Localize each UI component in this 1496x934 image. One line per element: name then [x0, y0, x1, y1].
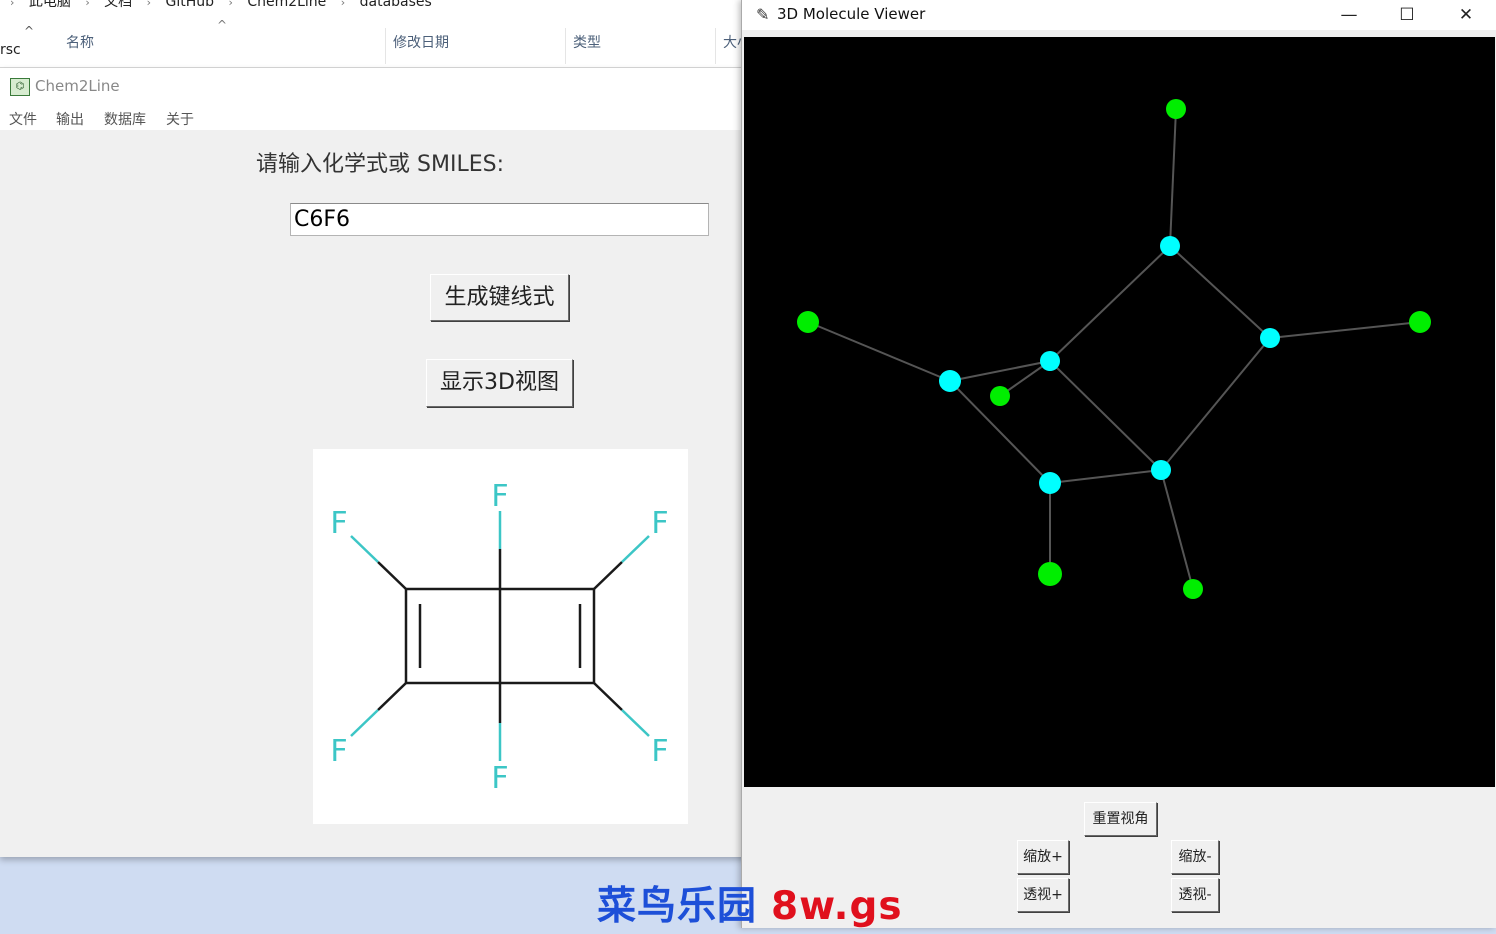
- menu-file[interactable]: 文件: [9, 109, 37, 129]
- atom-label-f: F: [330, 734, 347, 769]
- carbon-atom: [1040, 351, 1060, 371]
- close-icon[interactable]: ✕: [1437, 0, 1495, 30]
- breadcrumb-separator: ›: [10, 0, 15, 9]
- fluorine-atom: [1166, 99, 1186, 119]
- atom-label-f: F: [651, 506, 668, 541]
- chem-title-bar[interactable]: ⌬ Chem2Line: [0, 68, 760, 106]
- menu-database[interactable]: 数据库: [104, 109, 146, 129]
- carbon-atom: [939, 370, 961, 392]
- perspective-decrease-button[interactable]: 透视-: [1171, 878, 1219, 912]
- carbon-atom: [1160, 236, 1180, 256]
- carbon-atom: [1039, 472, 1061, 494]
- side-label: rsc: [0, 42, 21, 58]
- bond: [377, 561, 407, 590]
- chem-window-title: Chem2Line: [35, 77, 120, 95]
- 3d-bond: [1049, 469, 1162, 484]
- 3d-bond: [807, 321, 951, 382]
- molecule-viewer-window: ✎ 3D Molecule Viewer — ☐ ✕ 重置视角 缩放+ 缩放- …: [741, 0, 1496, 928]
- input-prompt: 请输入化学式或 SMILES:: [0, 146, 760, 178]
- column-divider[interactable]: [385, 28, 386, 64]
- carbon-atom: [1260, 328, 1280, 348]
- carbon-atoms: [939, 236, 1280, 494]
- 3d-bonds: [807, 108, 1421, 590]
- chem2line-window: ⌬ Chem2Line 文件 输出 数据库 关于 请输入化学式或 SMILES:…: [0, 68, 760, 857]
- 3d-bond: [1160, 337, 1271, 471]
- viewer-title-bar[interactable]: ✎ 3D Molecule Viewer — ☐ ✕: [742, 0, 1496, 30]
- atom-label-f: F: [491, 761, 508, 796]
- breadcrumb-separator: ›: [85, 0, 90, 9]
- reset-view-button[interactable]: 重置视角: [1084, 802, 1157, 836]
- fluorine-atom: [1409, 311, 1431, 333]
- watermark: 菜鸟乐园 8w.gs: [597, 875, 903, 931]
- formula-input[interactable]: [290, 203, 709, 236]
- zoom-out-button[interactable]: 缩放-: [1171, 840, 1219, 874]
- breadcrumb-separator: ›: [340, 0, 346, 9]
- breadcrumb-item[interactable]: 文档: [104, 0, 132, 11]
- watermark-site: 8w.gs: [771, 884, 903, 929]
- 3d-bond: [1049, 245, 1171, 362]
- fluorine-atom: [1038, 562, 1062, 586]
- column-name[interactable]: 名称: [66, 32, 94, 52]
- skeletal-structure-image: F F F F F F: [313, 449, 688, 824]
- minimize-icon[interactable]: —: [1320, 0, 1378, 30]
- zoom-in-button[interactable]: 缩放+: [1017, 840, 1069, 874]
- 3d-bond: [1160, 469, 1194, 590]
- show-3d-button[interactable]: 显示3D视图: [426, 359, 573, 407]
- bond: [350, 709, 379, 737]
- column-modified-date[interactable]: 修改日期: [393, 32, 449, 52]
- breadcrumb-item[interactable]: Chem2Line: [247, 0, 326, 10]
- breadcrumb-item[interactable]: 此电脑: [29, 0, 71, 11]
- atom-label-f: F: [491, 479, 508, 514]
- fluorine-atoms: [797, 99, 1431, 599]
- menu-bar: 文件 输出 数据库 关于: [0, 106, 760, 130]
- bond: [350, 535, 379, 563]
- skeletal-structure-drawing: F F F F F F: [330, 479, 668, 796]
- 3d-bond: [1049, 360, 1162, 471]
- breadcrumb: › 此电脑 › 文档 › GitHub › Chem2Line › databa…: [0, 0, 432, 11]
- molecule-3d-drawing: [797, 99, 1431, 599]
- bond: [593, 561, 623, 590]
- column-type[interactable]: 类型: [573, 32, 601, 52]
- fluorine-atom: [1183, 579, 1203, 599]
- perspective-increase-button[interactable]: 透视+: [1017, 878, 1069, 912]
- watermark-chinese: 菜鸟乐园: [597, 884, 758, 929]
- input-prompt-label: 请输入化学式或 SMILES:: [256, 152, 504, 177]
- carbon-atom: [1151, 460, 1171, 480]
- column-divider[interactable]: [715, 28, 716, 64]
- app-icon: ⌬: [10, 78, 30, 96]
- column-header-bar: rsc ^ 名称 ^ 修改日期 类型 大小: [0, 18, 760, 66]
- 3d-bond: [1169, 108, 1177, 247]
- maximize-icon[interactable]: ☐: [1378, 0, 1436, 30]
- breadcrumb-item[interactable]: databases: [360, 0, 432, 10]
- generate-skeletal-button[interactable]: 生成键线式: [430, 274, 569, 321]
- fluorine-atom: [990, 386, 1010, 406]
- 3d-bond: [1269, 321, 1421, 339]
- atom-label-f: F: [330, 506, 347, 541]
- breadcrumb-separator: ›: [228, 0, 233, 9]
- molecule-3d-canvas[interactable]: [744, 37, 1495, 787]
- 3d-bond: [1169, 245, 1271, 339]
- viewer-window-title: 3D Molecule Viewer: [777, 5, 926, 23]
- bond: [621, 535, 650, 563]
- menu-output[interactable]: 输出: [56, 109, 84, 129]
- bond: [377, 682, 407, 711]
- bond-lines: [377, 549, 623, 723]
- column-divider[interactable]: [565, 28, 566, 64]
- atom-label-f: F: [651, 734, 668, 769]
- menu-about[interactable]: 关于: [166, 109, 194, 129]
- sort-ascending-icon: ^: [217, 18, 228, 32]
- bond: [593, 682, 623, 711]
- bond: [621, 709, 650, 737]
- breadcrumb-item[interactable]: GitHub: [165, 0, 214, 10]
- breadcrumb-separator: ›: [146, 0, 152, 9]
- explorer-window: › 此电脑 › 文档 › GitHub › Chem2Line › databa…: [0, 0, 760, 68]
- scroll-up-icon[interactable]: ^: [24, 24, 34, 38]
- feather-icon: ✎: [756, 5, 770, 24]
- fluorine-atom: [797, 311, 819, 333]
